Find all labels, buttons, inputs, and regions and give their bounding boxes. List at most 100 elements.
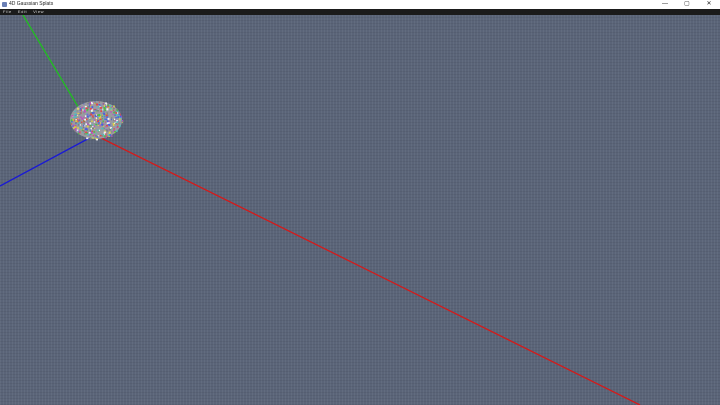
gaussian-splat bbox=[94, 119, 96, 121]
gaussian-splat bbox=[89, 117, 91, 119]
gaussian-splat bbox=[82, 131, 84, 133]
gaussian-splat bbox=[97, 124, 100, 126]
gaussian-splat bbox=[106, 112, 108, 115]
gaussian-splat bbox=[74, 128, 77, 131]
gaussian-splat bbox=[116, 129, 118, 132]
gaussian-splat bbox=[106, 122, 109, 125]
gaussian-splat bbox=[110, 131, 113, 133]
gaussian-splat bbox=[83, 116, 85, 118]
gaussian-splat bbox=[95, 123, 98, 126]
gaussian-splat bbox=[112, 113, 114, 115]
gaussian-splat bbox=[104, 135, 106, 138]
gaussian-splat bbox=[100, 110, 102, 112]
gaussian-splat bbox=[106, 129, 109, 132]
gaussian-splat bbox=[97, 114, 100, 116]
gaussian-splat bbox=[111, 106, 113, 108]
gaussian-splat bbox=[103, 118, 105, 121]
gaussian-splat bbox=[102, 108, 104, 111]
gaussian-splat bbox=[106, 118, 108, 121]
gaussian-splat bbox=[86, 125, 89, 128]
gaussian-splat bbox=[77, 112, 80, 114]
gaussian-splat bbox=[106, 108, 109, 111]
gaussian-splat bbox=[76, 110, 78, 112]
gaussian-splat bbox=[102, 135, 104, 137]
gaussian-splat bbox=[85, 123, 87, 125]
gaussian-splat bbox=[92, 137, 94, 139]
gaussian-splat bbox=[107, 106, 110, 108]
gaussian-splat-cloud[interactable] bbox=[70, 101, 124, 141]
gaussian-splat bbox=[97, 135, 100, 137]
gaussian-splat bbox=[75, 121, 78, 124]
gaussian-splat bbox=[78, 119, 81, 121]
gaussian-splat bbox=[89, 103, 91, 105]
3d-viewport[interactable] bbox=[0, 15, 720, 405]
gaussian-splat bbox=[97, 129, 99, 132]
scene-canvas[interactable] bbox=[0, 15, 720, 405]
gaussian-splat bbox=[107, 104, 109, 107]
gaussian-splat bbox=[108, 131, 111, 134]
gaussian-splat bbox=[97, 125, 100, 126]
gaussian-splat bbox=[80, 121, 83, 124]
gaussian-splat bbox=[80, 107, 82, 110]
gaussian-splat bbox=[113, 118, 116, 121]
gaussian-splat bbox=[85, 131, 87, 133]
maximize-icon[interactable]: ▢ bbox=[676, 0, 698, 9]
gaussian-splat bbox=[95, 133, 97, 136]
gaussian-splat bbox=[98, 101, 100, 103]
gaussian-splat bbox=[116, 110, 119, 113]
gaussian-splat bbox=[108, 122, 110, 124]
gaussian-splat bbox=[83, 103, 85, 105]
gaussian-splat bbox=[98, 122, 100, 124]
gaussian-splat bbox=[111, 108, 113, 110]
gaussian-splat bbox=[103, 111, 105, 113]
gaussian-splat bbox=[110, 135, 113, 137]
gaussian-splat bbox=[99, 118, 102, 121]
gaussian-splat bbox=[93, 121, 96, 123]
window-title: 4D Gaussian Splats bbox=[9, 1, 54, 7]
title-bar[interactable]: 4D Gaussian Splats — ▢ ✕ bbox=[0, 0, 720, 9]
gaussian-splat bbox=[116, 123, 118, 125]
close-icon[interactable]: ✕ bbox=[698, 0, 720, 9]
gaussian-splat bbox=[114, 114, 116, 116]
gaussian-splat bbox=[74, 116, 77, 118]
gaussian-splat bbox=[85, 107, 88, 110]
gaussian-splat bbox=[89, 122, 92, 125]
gaussian-splat bbox=[93, 131, 96, 133]
gaussian-splat bbox=[112, 123, 115, 124]
gaussian-splat bbox=[81, 129, 83, 131]
gaussian-splat bbox=[111, 118, 112, 121]
gaussian-splat bbox=[73, 116, 75, 119]
gaussian-splat bbox=[84, 128, 87, 131]
gaussian-splat bbox=[103, 123, 105, 126]
gaussian-splat bbox=[111, 117, 113, 119]
gaussian-splat bbox=[101, 118, 103, 120]
gaussian-splat bbox=[95, 117, 98, 119]
gaussian-splat bbox=[105, 106, 107, 108]
gaussian-splat bbox=[117, 116, 119, 119]
app-icon bbox=[2, 2, 7, 7]
minimize-icon[interactable]: — bbox=[654, 0, 676, 9]
gaussian-splat bbox=[86, 133, 88, 134]
gaussian-splat bbox=[109, 124, 111, 126]
gaussian-splat bbox=[91, 130, 94, 132]
gaussian-splat bbox=[89, 137, 91, 139]
gaussian-splat bbox=[97, 106, 100, 108]
gaussian-splat bbox=[95, 103, 99, 106]
gaussian-splat bbox=[110, 111, 112, 113]
gaussian-splat bbox=[91, 102, 94, 105]
gaussian-splat bbox=[72, 118, 74, 121]
gaussian-splat bbox=[92, 135, 95, 137]
gaussian-splat bbox=[92, 115, 94, 118]
gaussian-splat bbox=[93, 109, 96, 110]
gaussian-splat bbox=[74, 126, 77, 128]
gaussian-splat bbox=[114, 110, 116, 113]
gaussian-splat bbox=[83, 107, 85, 110]
gaussian-splat bbox=[98, 104, 100, 105]
gaussian-splat bbox=[114, 131, 116, 133]
gaussian-splat bbox=[102, 133, 105, 136]
gaussian-splat bbox=[103, 105, 105, 107]
gaussian-splat bbox=[83, 120, 85, 122]
gaussian-splat bbox=[99, 135, 102, 137]
gaussian-splat bbox=[101, 122, 103, 124]
gaussian-splat bbox=[88, 131, 91, 134]
